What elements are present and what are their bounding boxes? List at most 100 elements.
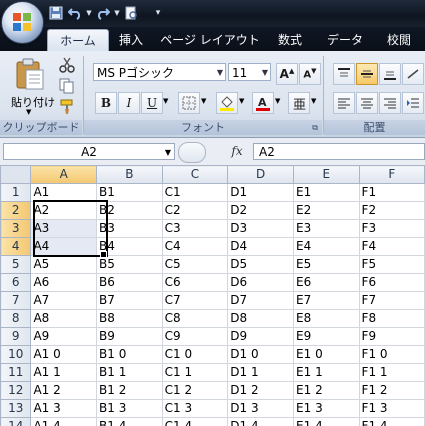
chevron-down-icon[interactable]: ▼: [311, 97, 316, 105]
cell[interactable]: F7: [358, 291, 425, 310]
undo-icon[interactable]: [67, 5, 83, 21]
cell[interactable]: F2: [358, 201, 425, 220]
cell[interactable]: F1 2: [358, 381, 425, 400]
shrink-font-button[interactable]: A▼: [299, 63, 321, 85]
cell[interactable]: F4: [358, 237, 425, 256]
row-header[interactable]: 12: [0, 381, 32, 400]
cell[interactable]: E9: [293, 327, 360, 346]
cell[interactable]: A6: [30, 273, 98, 292]
column-header-c[interactable]: C: [161, 165, 229, 184]
cell[interactable]: F3: [358, 219, 425, 238]
formula-input[interactable]: A2: [253, 143, 425, 160]
orientation-button[interactable]: [402, 63, 424, 85]
tab-insert[interactable]: 挿入: [108, 29, 154, 51]
formula-bar-splitter[interactable]: [178, 142, 206, 163]
font-name-combo[interactable]: MS Pゴシック ▼: [93, 63, 226, 81]
underline-button[interactable]: U: [141, 92, 163, 114]
cell[interactable]: A2: [30, 201, 98, 220]
format-painter-button[interactable]: [58, 98, 78, 118]
cell[interactable]: E5: [293, 255, 360, 274]
redo-icon[interactable]: [95, 5, 111, 21]
cell[interactable]: B1 1: [96, 363, 163, 382]
fill-handle[interactable]: [100, 251, 107, 258]
align-top-button[interactable]: [333, 63, 355, 85]
cell[interactable]: E1 4: [293, 417, 360, 426]
chevron-down-icon[interactable]: ▼: [275, 97, 280, 105]
chevron-down-icon[interactable]: ▼: [163, 97, 168, 105]
chevron-down-icon[interactable]: ▼: [165, 144, 171, 161]
cell[interactable]: B2: [96, 201, 163, 220]
column-header-a[interactable]: A: [30, 165, 98, 184]
row-header[interactable]: 5: [0, 255, 32, 274]
cell[interactable]: B5: [96, 255, 163, 274]
office-button[interactable]: [1, 1, 44, 44]
cell[interactable]: C6: [161, 273, 229, 292]
cell[interactable]: E6: [293, 273, 360, 292]
cell[interactable]: A1 2: [30, 381, 98, 400]
cell[interactable]: F1 3: [358, 399, 425, 418]
cell[interactable]: D3: [227, 219, 295, 238]
worksheet-table[interactable]: ABCDEF 1 A1 B1 C1 D1 E1 F1 2 A2 B2 C2 D2 E2 F2 3 A3 B3 C3…: [0, 165, 425, 426]
row-header[interactable]: 7: [0, 291, 32, 310]
font-size-combo[interactable]: 11 ▼: [228, 63, 271, 81]
cell[interactable]: B1 2: [96, 381, 163, 400]
row-header[interactable]: 9: [0, 327, 32, 346]
row-header[interactable]: 4: [0, 237, 32, 256]
cell[interactable]: A3: [30, 219, 98, 238]
cell[interactable]: E1 0: [293, 345, 360, 364]
cell[interactable]: F9: [358, 327, 425, 346]
row-header[interactable]: 11: [0, 363, 32, 382]
row-header[interactable]: 6: [0, 273, 32, 292]
cell[interactable]: C1: [161, 183, 229, 202]
worksheet-grid[interactable]: ABCDEF 1 A1 B1 C1 D1 E1 F1 2 A2 B2 C2 D2 E2 F2 3 A3 B3 C3…: [0, 165, 425, 426]
cell[interactable]: D9: [227, 327, 295, 346]
align-left-button[interactable]: [333, 92, 355, 114]
cell[interactable]: C2: [161, 201, 229, 220]
row-header[interactable]: 1: [0, 183, 32, 202]
cell[interactable]: D2: [227, 201, 295, 220]
cell[interactable]: F1 4: [358, 417, 425, 426]
tab-formulas[interactable]: 数式: [264, 29, 316, 51]
cell[interactable]: A1 3: [30, 399, 98, 418]
align-right-button[interactable]: [379, 92, 401, 114]
tab-review[interactable]: 校閲: [374, 29, 424, 51]
cell[interactable]: D1 0: [227, 345, 295, 364]
column-header-f[interactable]: F: [358, 165, 425, 184]
cut-button[interactable]: [58, 56, 78, 76]
cell[interactable]: C7: [161, 291, 229, 310]
cell[interactable]: A1: [30, 183, 98, 202]
cell[interactable]: C1 2: [161, 381, 229, 400]
cell[interactable]: E1 1: [293, 363, 360, 382]
cell[interactable]: B1 3: [96, 399, 163, 418]
cell[interactable]: B1: [96, 183, 163, 202]
insert-function-button[interactable]: fx: [223, 141, 251, 161]
align-middle-button[interactable]: [356, 63, 378, 85]
cell[interactable]: A8: [30, 309, 98, 328]
copy-button[interactable]: [58, 77, 78, 97]
cell[interactable]: B6: [96, 273, 163, 292]
cell[interactable]: C5: [161, 255, 229, 274]
chevron-down-icon[interactable]: ▼: [217, 64, 223, 82]
cell[interactable]: A7: [30, 291, 98, 310]
cell[interactable]: F5: [358, 255, 425, 274]
row-header[interactable]: 8: [0, 309, 32, 328]
grow-font-button[interactable]: A▲: [276, 63, 298, 85]
cell[interactable]: E1 2: [293, 381, 360, 400]
save-icon[interactable]: [48, 5, 64, 21]
align-center-button[interactable]: [356, 92, 378, 114]
align-bottom-button[interactable]: [379, 63, 401, 85]
cell[interactable]: B7: [96, 291, 163, 310]
cell[interactable]: D1 3: [227, 399, 295, 418]
cell[interactable]: C8: [161, 309, 229, 328]
cell[interactable]: D5: [227, 255, 295, 274]
cell[interactable]: D6: [227, 273, 295, 292]
cell[interactable]: D1 4: [227, 417, 295, 426]
cell[interactable]: B9: [96, 327, 163, 346]
tab-data[interactable]: データ: [318, 29, 372, 51]
cell[interactable]: A4: [30, 237, 98, 256]
cell[interactable]: F6: [358, 273, 425, 292]
chevron-down-icon[interactable]: ▼: [262, 64, 268, 82]
chevron-down-icon[interactable]: ▼: [114, 5, 120, 21]
customize-qat-icon[interactable]: ▾: [150, 5, 166, 21]
cell[interactable]: F8: [358, 309, 425, 328]
